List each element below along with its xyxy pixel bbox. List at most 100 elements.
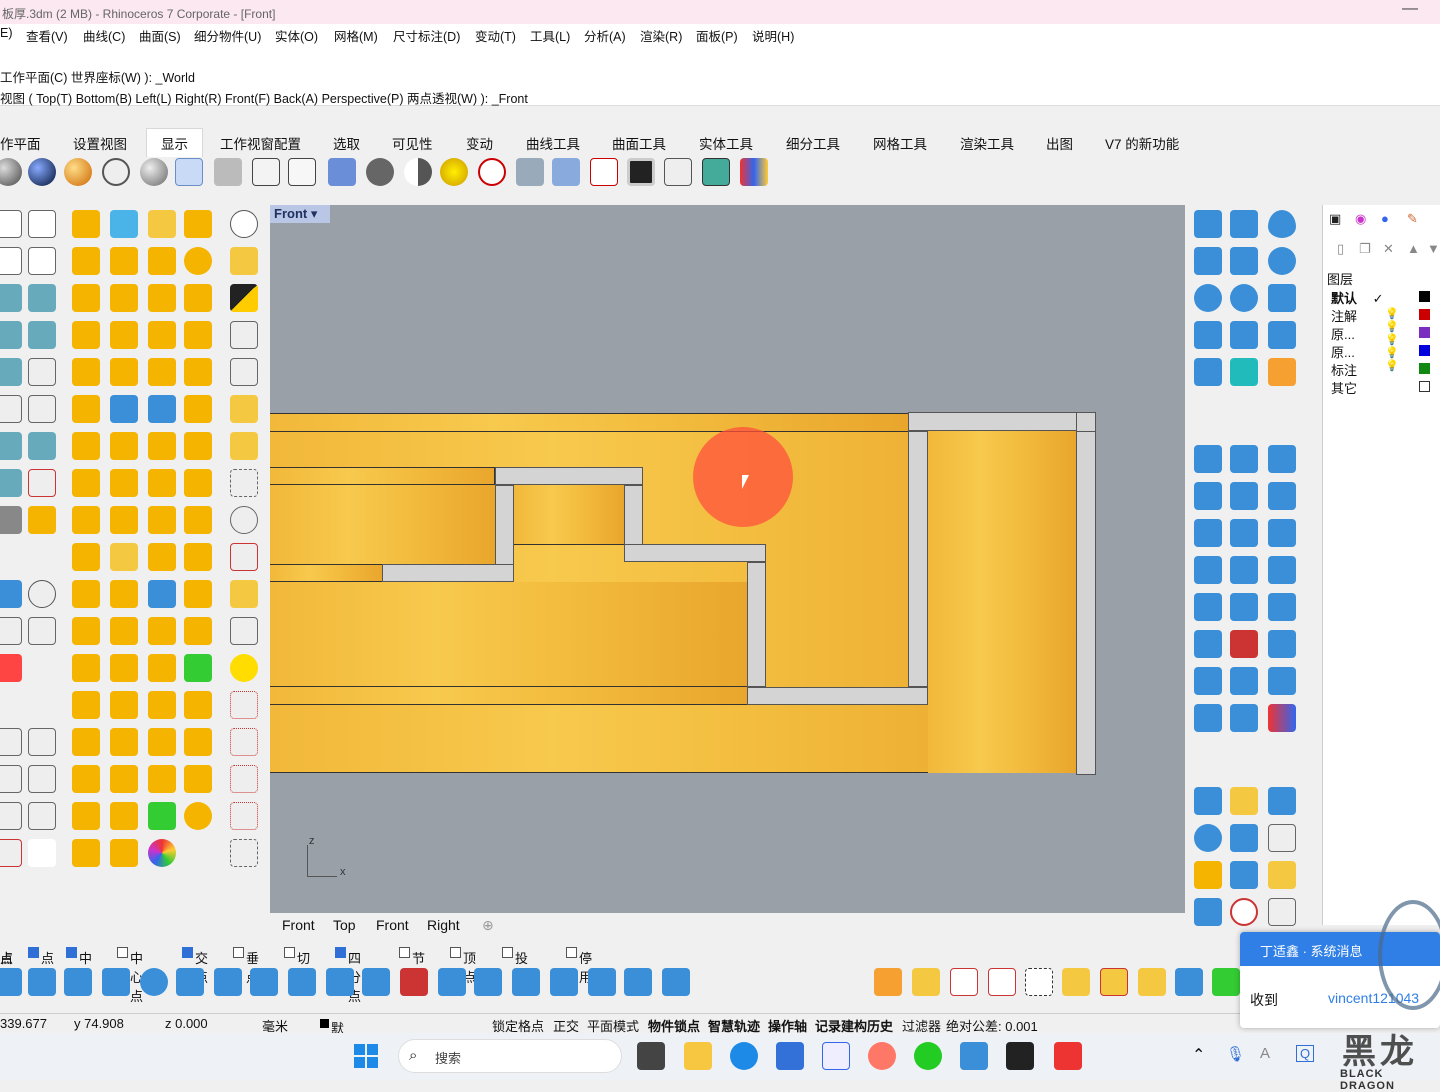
- y-split-icon[interactable]: [1194, 898, 1222, 926]
- tab-active[interactable]: 显示: [146, 128, 203, 157]
- layer-color-swatch[interactable]: [1419, 309, 1430, 320]
- brush-small-icon[interactable]: ✎: [1407, 211, 1418, 227]
- polyline-icon[interactable]: [28, 210, 56, 238]
- pencil-icon[interactable]: [28, 432, 56, 460]
- checkbox[interactable]: [233, 947, 244, 958]
- rotate-cube-icon[interactable]: [1194, 787, 1222, 815]
- menu-item[interactable]: 变动(T): [475, 26, 516, 45]
- split-mesh-icon[interactable]: [1268, 556, 1296, 584]
- sun-icon[interactable]: [110, 765, 138, 793]
- edge-icon[interactable]: [730, 1042, 758, 1070]
- cross-icon[interactable]: [110, 432, 138, 460]
- osnap-perpendicular[interactable]: 垂点: [233, 945, 259, 985]
- menu-item[interactable]: 面板(P): [696, 26, 738, 45]
- osnap-knot[interactable]: 节点: [399, 945, 425, 985]
- bridge-icon[interactable]: [1230, 482, 1258, 510]
- box-icon[interactable]: [110, 210, 138, 238]
- viewport-tab[interactable]: Front: [376, 917, 409, 933]
- flag-icon[interactable]: [72, 617, 100, 645]
- align-icon[interactable]: [110, 284, 138, 312]
- surface-cp-icon[interactable]: [1194, 210, 1222, 238]
- patch-2-icon[interactable]: [1230, 321, 1258, 349]
- pen-icon[interactable]: [288, 158, 316, 186]
- zigzag-icon[interactable]: [184, 506, 212, 534]
- rotate-plane-icon[interactable]: [1230, 824, 1258, 852]
- mesh-5-icon[interactable]: [140, 968, 168, 996]
- menu-item[interactable]: 曲面(S): [139, 26, 181, 45]
- menu-item[interactable]: 分析(A): [584, 26, 626, 45]
- blob-icon[interactable]: [1194, 630, 1222, 658]
- arrow-link-icon[interactable]: [1268, 667, 1296, 695]
- map-icon[interactable]: [110, 395, 138, 423]
- move-icon[interactable]: [72, 284, 100, 312]
- mic-icon[interactable]: 🎙: [1226, 1045, 1245, 1063]
- layer-color-swatch[interactable]: [1419, 345, 1430, 356]
- dim-3-icon[interactable]: [950, 968, 978, 996]
- mesh-10-icon[interactable]: [326, 968, 354, 996]
- layer-row[interactable]: 原...: [1331, 324, 1355, 343]
- tab[interactable]: 曲线工具: [526, 133, 580, 153]
- mesh-16-icon[interactable]: [550, 968, 578, 996]
- checkbox[interactable]: [117, 947, 128, 958]
- quad-icon[interactable]: [110, 506, 138, 534]
- fillet-icon[interactable]: [28, 395, 56, 423]
- menu-item[interactable]: 网格(M): [334, 26, 378, 45]
- north-icon[interactable]: [148, 580, 176, 608]
- node-grid-icon[interactable]: [0, 469, 22, 497]
- green-leaf-icon[interactable]: [148, 802, 176, 830]
- menu-item[interactable]: E): [0, 26, 13, 40]
- dim-6-icon[interactable]: [1062, 968, 1090, 996]
- delete-layer-icon[interactable]: ✕: [1383, 241, 1394, 257]
- wechat-icon[interactable]: [914, 1042, 942, 1070]
- boxes-icon[interactable]: [664, 158, 692, 186]
- joint-icon[interactable]: [28, 469, 56, 497]
- rhino-icon[interactable]: [1006, 1042, 1034, 1070]
- stair-icon[interactable]: [148, 728, 176, 756]
- trim-icon[interactable]: [0, 358, 22, 386]
- cup-icon[interactable]: [72, 580, 100, 608]
- bracket-icon[interactable]: [148, 691, 176, 719]
- rectangle-icon[interactable]: [28, 247, 56, 275]
- sweep-icon[interactable]: [28, 284, 56, 312]
- arrow-right-icon[interactable]: [72, 839, 100, 867]
- star-icon[interactable]: [1194, 482, 1222, 510]
- box-outline-icon[interactable]: [110, 321, 138, 349]
- ime-icon[interactable]: A: [1260, 1045, 1270, 1062]
- fold-subd-icon[interactable]: [1230, 519, 1258, 547]
- add-tab-icon[interactable]: ⊕: [482, 917, 494, 934]
- grid-block-icon[interactable]: [72, 765, 100, 793]
- point-icon[interactable]: [148, 210, 176, 238]
- unfold-icon[interactable]: [148, 395, 176, 423]
- checkbox[interactable]: [450, 947, 461, 958]
- hand-icon[interactable]: [72, 395, 100, 423]
- drum-icon[interactable]: [184, 802, 212, 830]
- viewport-title[interactable]: Front ▾: [270, 205, 330, 223]
- half-sphere-icon[interactable]: [404, 158, 432, 186]
- start-icon[interactable]: [354, 1044, 378, 1068]
- mesh-7-icon[interactable]: [214, 968, 242, 996]
- layer-row[interactable]: 默认 ✓: [1331, 288, 1384, 307]
- cone-icon[interactable]: [1194, 247, 1222, 275]
- tab[interactable]: 设置视图: [73, 133, 127, 153]
- cube-mesh-icon[interactable]: [1194, 556, 1222, 584]
- checkbox[interactable]: [335, 947, 346, 958]
- wave-icon[interactable]: [72, 321, 100, 349]
- dim-10-icon[interactable]: [1212, 968, 1240, 996]
- layer-color-swatch[interactable]: [1419, 363, 1430, 374]
- tab[interactable]: 实体工具: [699, 133, 753, 153]
- menu-item[interactable]: 说明(H): [752, 26, 794, 45]
- dim-7-icon[interactable]: [1100, 968, 1128, 996]
- angle-dim-icon[interactable]: [28, 765, 56, 793]
- mesh-9-icon[interactable]: [288, 968, 316, 996]
- scatter-icon[interactable]: [230, 469, 258, 497]
- branch-icon[interactable]: [1194, 358, 1222, 386]
- osnap-point[interactable]: 点: [28, 945, 54, 966]
- recorder-icon[interactable]: [1054, 1042, 1082, 1070]
- camera-icon[interactable]: [516, 158, 544, 186]
- leader-icon[interactable]: [0, 839, 22, 867]
- xray-icon[interactable]: [214, 158, 242, 186]
- dot-chain-icon[interactable]: [148, 469, 176, 497]
- curl-icon[interactable]: [1268, 482, 1296, 510]
- ellipsoid-icon[interactable]: [1194, 284, 1222, 312]
- copy-layer-icon[interactable]: ❐: [1359, 241, 1371, 257]
